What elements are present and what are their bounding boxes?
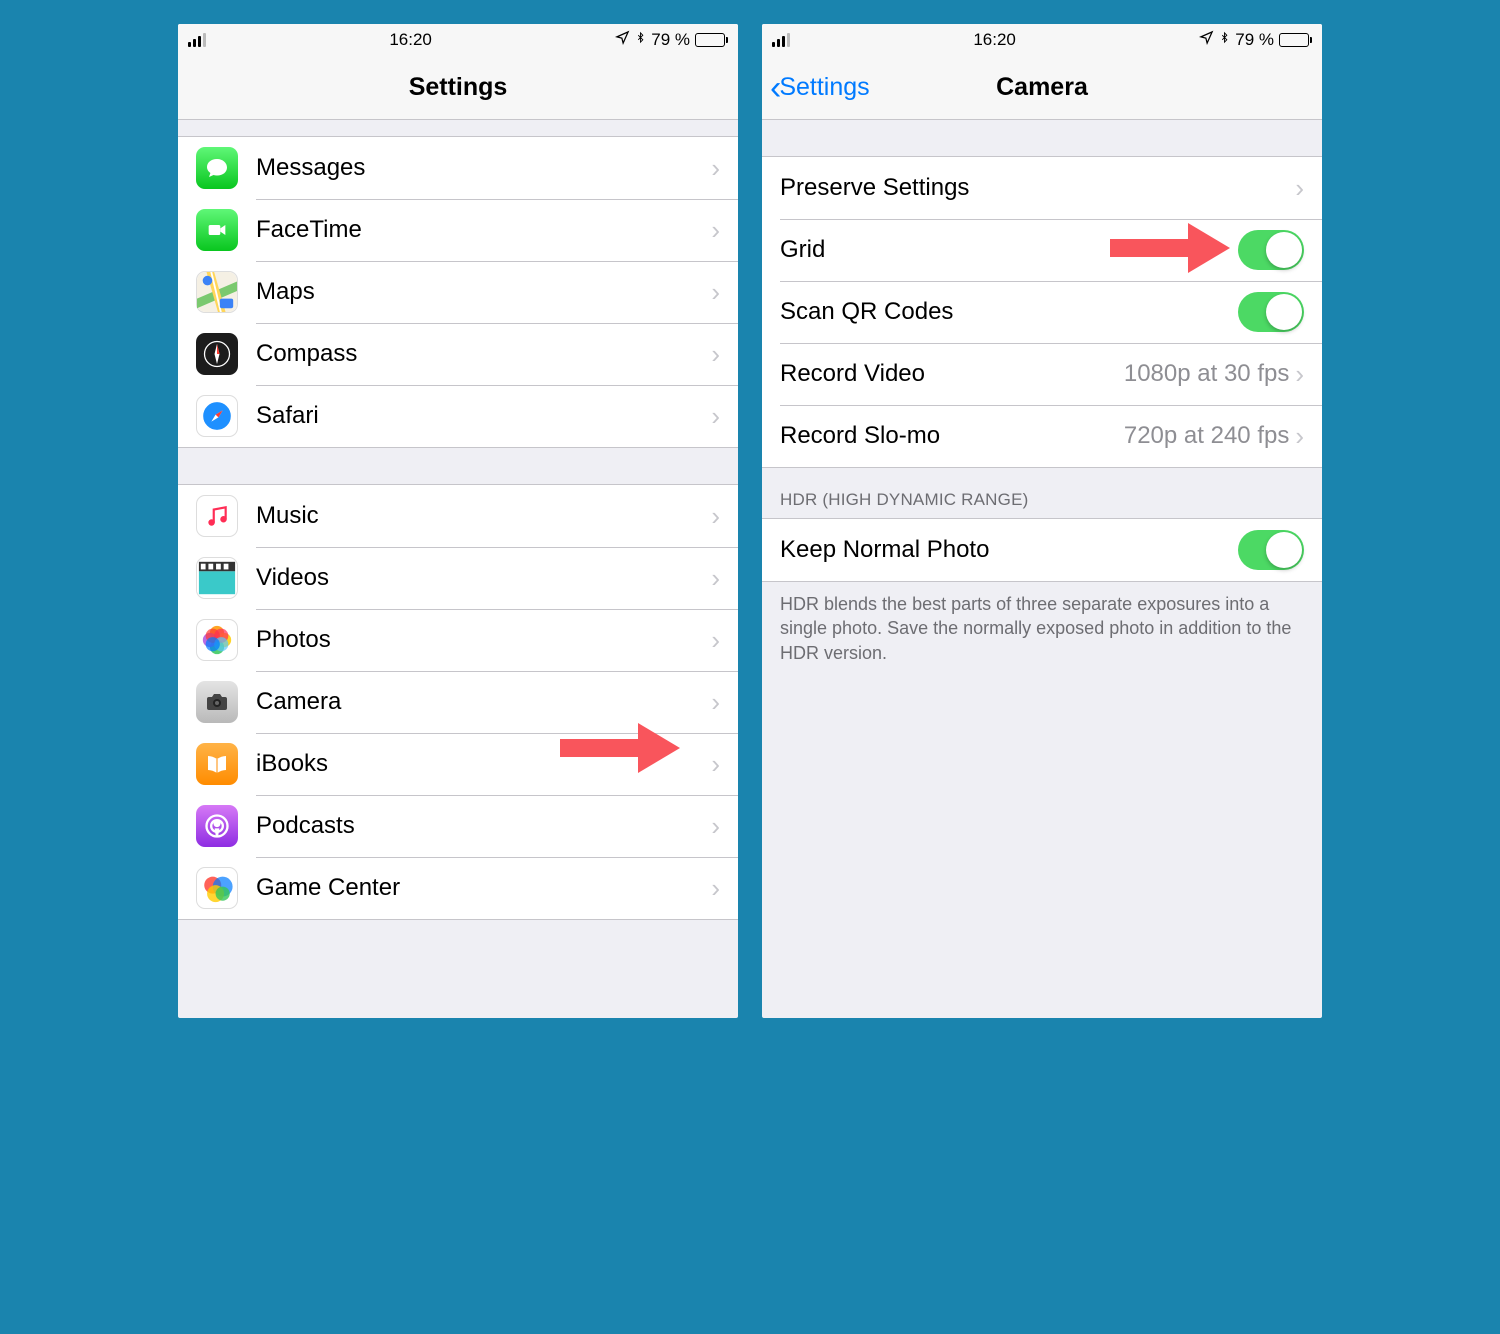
camera-settings-list[interactable]: Preserve Settings › Grid Scan QR Codes R… [762,120,1322,1018]
messages-icon [196,147,238,189]
row-label: Safari [256,402,711,430]
row-detail: 720p at 240 fps [1124,422,1289,450]
back-label: Settings [779,73,869,102]
settings-list[interactable]: Messages › FaceTime › Maps › [178,120,738,1018]
row-label: Photos [256,626,711,654]
row-gamecenter[interactable]: Game Center › [178,857,738,919]
row-label: iBooks [256,750,711,778]
facetime-icon [196,209,238,251]
chevron-right-icon: › [711,625,720,656]
battery-percent: 79 % [651,30,690,50]
battery-percent: 79 % [1235,30,1274,50]
settings-screen: 16:20 79 % Settings Messages › [178,24,738,1018]
status-time: 16:20 [389,30,432,50]
camera-settings-screen: 16:20 79 % ‹ Settings Camera Preserve Se… [762,24,1322,1018]
chevron-right-icon: › [711,501,720,532]
row-label: Maps [256,278,711,306]
row-label: Scan QR Codes [780,298,1238,326]
row-label: Podcasts [256,812,711,840]
row-label: Messages [256,154,711,182]
location-icon [1199,30,1214,50]
hdr-section-footer: HDR blends the best parts of three separ… [762,582,1322,675]
chevron-right-icon: › [711,749,720,780]
row-preserve-settings[interactable]: Preserve Settings › [762,157,1322,219]
camera-icon [196,681,238,723]
chevron-right-icon: › [1295,421,1304,452]
battery-icon [1279,33,1312,47]
row-label: Record Slo-mo [780,422,1124,450]
location-icon [615,30,630,50]
qr-toggle[interactable] [1238,292,1304,332]
bluetooth-icon [635,29,646,51]
row-label: Record Video [780,360,1124,388]
row-record-slomo[interactable]: Record Slo-mo 720p at 240 fps › [762,405,1322,467]
row-camera[interactable]: Camera › [178,671,738,733]
maps-icon [196,271,238,313]
row-label: Videos [256,564,711,592]
chevron-right-icon: › [711,873,720,904]
chevron-right-icon: › [711,215,720,246]
row-maps[interactable]: Maps › [178,261,738,323]
gamecenter-icon [196,867,238,909]
row-safari[interactable]: Safari › [178,385,738,447]
row-record-video[interactable]: Record Video 1080p at 30 fps › [762,343,1322,405]
status-bar: 16:20 79 % [762,24,1322,56]
status-bar: 16:20 79 % [178,24,738,56]
chevron-right-icon: › [711,153,720,184]
row-label: Compass [256,340,711,368]
row-label: Music [256,502,711,530]
compass-icon [196,333,238,375]
battery-icon [695,33,728,47]
signal-icon [188,33,206,47]
nav-bar: Settings [178,56,738,120]
signal-icon [772,33,790,47]
page-title: Camera [996,73,1088,102]
row-label: FaceTime [256,216,711,244]
keep-normal-photo-toggle[interactable] [1238,530,1304,570]
row-label: Game Center [256,874,711,902]
nav-bar: ‹ Settings Camera [762,56,1322,120]
row-scan-qr[interactable]: Scan QR Codes [762,281,1322,343]
grid-toggle[interactable] [1238,230,1304,270]
chevron-right-icon: › [1295,359,1304,390]
row-photos[interactable]: Photos › [178,609,738,671]
bluetooth-icon [1219,29,1230,51]
podcasts-icon [196,805,238,847]
safari-icon [196,395,238,437]
row-label: Preserve Settings [780,174,1295,202]
ibooks-icon [196,743,238,785]
page-title: Settings [409,73,508,102]
back-button[interactable]: ‹ Settings [770,56,870,119]
row-keep-normal-photo[interactable]: Keep Normal Photo [762,519,1322,581]
row-ibooks[interactable]: iBooks › [178,733,738,795]
status-time: 16:20 [973,30,1016,50]
chevron-right-icon: › [711,277,720,308]
row-label: Grid [780,236,1238,264]
chevron-right-icon: › [1295,173,1304,204]
chevron-right-icon: › [711,401,720,432]
videos-icon [196,557,238,599]
chevron-right-icon: › [711,339,720,370]
hdr-section-header: HDR (HIGH DYNAMIC RANGE) [762,468,1322,518]
row-grid[interactable]: Grid [762,219,1322,281]
music-icon [196,495,238,537]
row-detail: 1080p at 30 fps [1124,360,1289,388]
chevron-right-icon: › [711,687,720,718]
row-facetime[interactable]: FaceTime › [178,199,738,261]
row-label: Keep Normal Photo [780,536,1238,564]
row-label: Camera [256,688,711,716]
chevron-right-icon: › [711,811,720,842]
row-videos[interactable]: Videos › [178,547,738,609]
photos-icon [196,619,238,661]
row-compass[interactable]: Compass › [178,323,738,385]
chevron-right-icon: › [711,563,720,594]
row-messages[interactable]: Messages › [178,137,738,199]
row-music[interactable]: Music › [178,485,738,547]
row-podcasts[interactable]: Podcasts › [178,795,738,857]
